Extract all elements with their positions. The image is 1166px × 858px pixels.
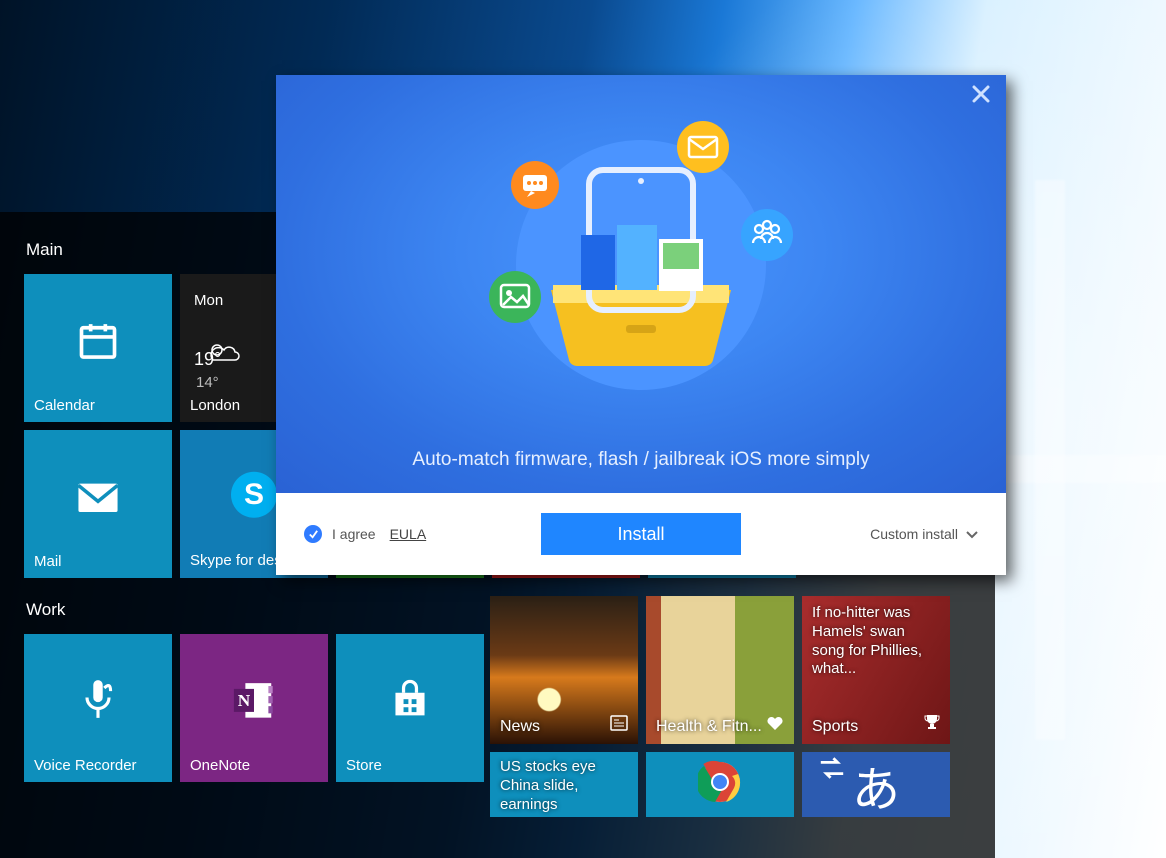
money-headline: US stocks eye China slide, earnings — [500, 758, 628, 814]
tile-translator[interactable]: あ — [802, 752, 950, 817]
people-bubble-icon — [741, 209, 793, 261]
installer-illustration — [431, 115, 851, 415]
cloud-sun-icon — [208, 342, 242, 364]
chat-bubble-icon — [511, 161, 559, 209]
wallpaper-light-v — [1035, 180, 1065, 740]
tile-health[interactable]: Health & Fitn... — [646, 596, 794, 744]
close-icon — [972, 85, 990, 103]
tile-label: Store — [346, 757, 474, 774]
tile-money[interactable]: US stocks eye China slide, earnings — [490, 752, 638, 817]
tile-store[interactable]: Store — [336, 634, 484, 782]
news-badge-icon — [610, 715, 628, 736]
tile-label: Health & Fitn... — [656, 718, 762, 736]
installer-tagline: Auto-match firmware, flash / jailbreak i… — [412, 449, 869, 471]
close-button[interactable] — [968, 85, 994, 111]
mic-icon — [80, 679, 116, 728]
weather-day: Mon — [194, 290, 223, 311]
install-button[interactable]: Install — [541, 513, 741, 555]
agree-checkbox[interactable] — [304, 525, 322, 543]
translator-glyph: あ — [852, 764, 900, 817]
chrome-icon — [698, 760, 742, 809]
calendar-icon — [76, 319, 120, 368]
tile-sports[interactable]: If no-hitter was Hamels' swan song for P… — [802, 596, 950, 744]
skype-icon: S — [231, 472, 277, 518]
eula-link[interactable]: EULA — [390, 526, 427, 542]
swap-icon — [818, 754, 846, 782]
tile-calendar[interactable]: Calendar — [24, 274, 172, 422]
tile-voice-recorder[interactable]: Voice Recorder — [24, 634, 172, 782]
tile-label: Calendar — [34, 397, 162, 414]
wallpaper-light-h — [1000, 455, 1166, 483]
live-tiles-area: News Health & Fitn... If no-hitter was H… — [490, 596, 950, 825]
tile-chrome[interactable] — [646, 752, 794, 817]
store-icon — [389, 680, 431, 727]
custom-install-label: Custom install — [870, 526, 958, 542]
chevron-down-icon — [966, 526, 978, 542]
tile-mail[interactable]: Mail — [24, 430, 172, 578]
svg-text:N: N — [238, 691, 251, 710]
tile-onenote[interactable]: N OneNote — [180, 634, 328, 782]
translator-icon: あ — [852, 752, 900, 817]
heart-icon — [766, 715, 784, 736]
sports-headline: If no-hitter was Hamels' swan song for P… — [812, 604, 940, 679]
installer-hero: Auto-match firmware, flash / jailbreak i… — [276, 75, 1006, 493]
weather-content: Mon 19° 14° — [194, 290, 223, 393]
tile-label: Sports — [812, 718, 858, 736]
tile-label: Voice Recorder — [34, 757, 162, 774]
trophy-icon — [924, 713, 940, 736]
agree-eula-group: I agree EULA — [304, 525, 426, 543]
tile-news[interactable]: News — [490, 596, 638, 744]
tile-label: OneNote — [190, 757, 318, 774]
mail-bubble-icon — [677, 121, 729, 173]
installer-footer: I agree EULA Install Custom install — [276, 493, 1006, 575]
onenote-icon: N — [231, 677, 277, 728]
mail-icon — [76, 482, 120, 519]
image-bubble-icon — [489, 271, 541, 323]
weather-lo: 14° — [196, 374, 219, 391]
custom-install-toggle[interactable]: Custom install — [870, 526, 978, 542]
tile-label: News — [500, 718, 540, 736]
agree-text: I agree — [332, 526, 376, 542]
installer-dialog: Auto-match firmware, flash / jailbreak i… — [276, 75, 1006, 575]
check-icon — [308, 529, 319, 540]
tile-label: Mail — [34, 553, 162, 570]
